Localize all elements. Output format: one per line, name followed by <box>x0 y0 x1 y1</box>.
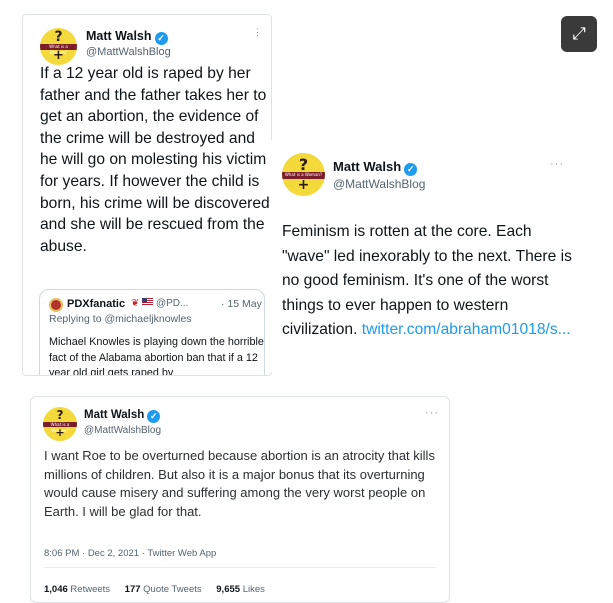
author-name[interactable]: Matt Walsh ✓ <box>86 29 168 45</box>
quote-text: Michael Knowles is playing down the horr… <box>49 336 264 376</box>
expand-button[interactable]: ⤢ <box>561 16 597 52</box>
cross-icon: + <box>297 177 310 193</box>
cross-icon: + <box>55 426 65 439</box>
tweet-link[interactable]: twitter.com/abraham01018/s... <box>362 321 571 338</box>
author-name[interactable]: Matt Walsh ✓ <box>333 159 418 176</box>
retweets-stat[interactable]: 1,046 Retweets <box>44 584 110 595</box>
us-flag-icon <box>142 298 154 306</box>
quote-author-name: PDXfanatic <box>67 298 126 310</box>
tweet-timestamp[interactable]: 8:06 PM · Dec 2, 2021 · Twitter Web App <box>44 548 216 559</box>
author-handle[interactable]: @MattWalshBlog <box>86 46 171 58</box>
quoted-tweet[interactable]: PDXfanatic ❦ @PD... · 15 May 19 Replying… <box>39 289 265 376</box>
divider <box>44 567 436 568</box>
verified-badge-icon: ✓ <box>154 32 168 45</box>
avatar[interactable]: ? What is a Woman? + <box>40 28 77 65</box>
avatar[interactable]: ? What is a Woman? + <box>282 153 325 196</box>
avatar <box>49 298 63 312</box>
cross-icon: + <box>53 48 64 63</box>
engagement-stats: 1,046 Retweets 177 Quote Tweets 9,655 Li… <box>44 584 277 595</box>
likes-stat[interactable]: 9,655 Likes <box>216 584 265 595</box>
author-handle[interactable]: @MattWalshBlog <box>84 425 161 436</box>
author-handle[interactable]: @MattWalshBlog <box>333 177 425 191</box>
expand-arrows-icon: ⤢ <box>572 24 586 43</box>
avatar[interactable]: ? What is a Woman? + <box>43 407 77 441</box>
tweet-card-2[interactable]: ? What is a Woman? + Matt Walsh ✓ @MattWa… <box>270 140 586 372</box>
tweet-card-3[interactable]: ? What is a Woman? + Matt Walsh ✓ @MattWa… <box>30 396 450 603</box>
verified-badge-icon: ✓ <box>147 410 161 423</box>
question-mark-icon: ? <box>54 29 63 45</box>
tweet-text: Feminism is rotten at the core. Each "wa… <box>282 223 572 338</box>
question-mark-icon: ? <box>56 408 64 422</box>
tweet-text: I want Roe to be overturned because abor… <box>44 448 435 519</box>
quote-tweets-stat[interactable]: 177 Quote Tweets <box>125 584 202 595</box>
tweet-card-1[interactable]: ? What is a Woman? + Matt Walsh ✓ @MattWa… <box>22 14 272 376</box>
more-options-icon[interactable]: ··· <box>550 158 564 170</box>
tweet-text: If a 12 year old is raped by her father … <box>40 65 270 255</box>
quote-reply-context: Replying to @michaeljknowles <box>49 313 192 325</box>
more-options-icon[interactable]: ⋮ <box>253 27 263 38</box>
rose-icon: ❦ <box>131 298 140 309</box>
verified-badge-icon: ✓ <box>404 163 418 176</box>
more-options-icon[interactable]: ··· <box>425 407 439 419</box>
quote-date: · 15 May 19 <box>221 298 264 310</box>
quote-author-handle: ❦ @PD... <box>131 298 189 309</box>
author-name[interactable]: Matt Walsh ✓ <box>84 409 161 423</box>
